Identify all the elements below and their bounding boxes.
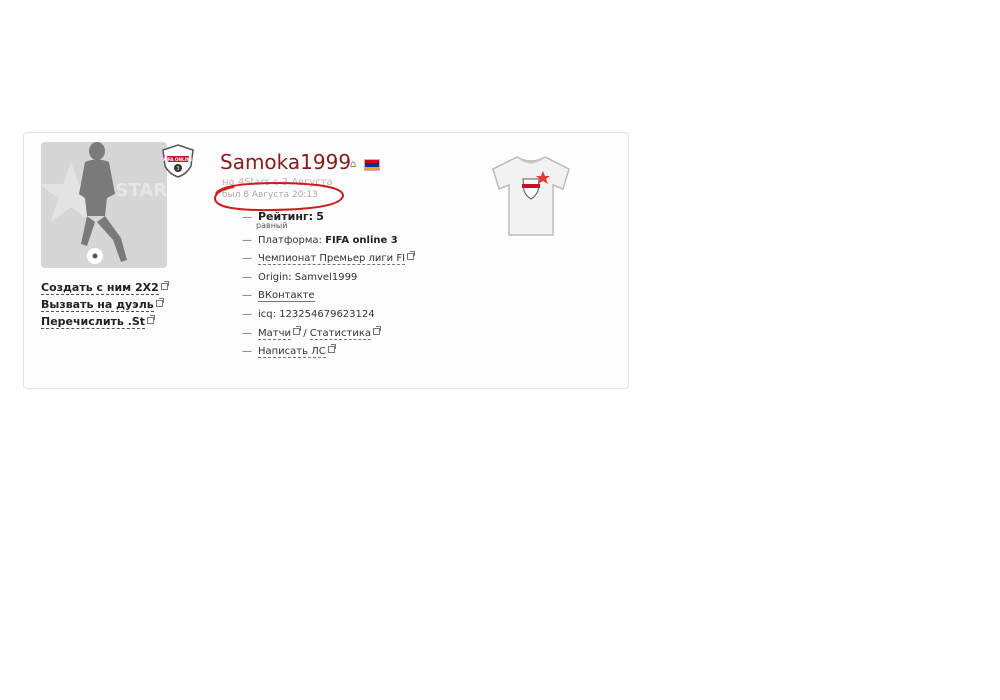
origin-row: — Origin: Samvel1999 xyxy=(242,271,358,283)
avatar[interactable]: 4STARS xyxy=(41,142,167,268)
platform-row: — Платформа: FIFA online 3 xyxy=(242,234,398,246)
external-link-icon xyxy=(327,344,336,354)
statistics-link[interactable]: Статистика xyxy=(309,327,371,340)
matches-link[interactable]: Матчи xyxy=(258,327,291,340)
vk-row: — ВКонтакте xyxy=(242,290,315,303)
icq-row: — icq: 123254679623124 xyxy=(242,308,375,320)
rating-value: 5 xyxy=(316,210,324,223)
origin-value: Samvel1999 xyxy=(294,271,358,283)
championship-row: — Чемпионат Премьер лиги FI xyxy=(242,250,416,269)
external-link-icon xyxy=(373,325,381,335)
home-icon[interactable]: ⌂ xyxy=(350,159,356,170)
last-seen: был 8 Августа 20:13 xyxy=(222,190,318,200)
tshirt-icon xyxy=(492,156,570,236)
badge-number: 3 xyxy=(176,166,179,172)
message-row: — Написать ЛС xyxy=(242,343,414,362)
external-link-icon xyxy=(147,315,156,324)
vk-link[interactable]: ВКонтакте xyxy=(258,290,315,303)
external-link-icon xyxy=(407,251,416,261)
challenge-duel-link[interactable]: Вызвать на дуэль xyxy=(41,298,168,312)
badge-label: FIFA ONLINE xyxy=(163,157,192,162)
shield-icon: FIFA ONLINE 3 xyxy=(162,144,194,178)
transfer-stars-label: Перечислить .St xyxy=(41,315,146,329)
armenia-flag-icon xyxy=(364,159,380,171)
tshirt-image[interactable] xyxy=(487,151,575,245)
platform-value: FIFA online 3 xyxy=(325,234,398,246)
championship-link[interactable]: Чемпионат Премьер лиги FI xyxy=(258,253,406,266)
send-message-link[interactable]: Написать ЛС xyxy=(258,346,326,359)
separator: / xyxy=(303,327,307,339)
transfer-stars-link[interactable]: Перечислить .St xyxy=(41,315,168,329)
challenge-duel-label: Вызвать на дуэль xyxy=(41,298,154,312)
fifa-online-badge: FIFA ONLINE 3 xyxy=(161,144,195,182)
action-links: Создать с ним 2Х2 Вызвать на дуэль Переч… xyxy=(41,281,169,332)
profile-card: 4STARS FIFA ONLINE 3 Создать с ним 2Х2 В… xyxy=(23,132,629,389)
external-link-icon xyxy=(160,281,169,290)
profile-info-list: — Рейтинг: 5 равный — Платформа: FIFA onli… xyxy=(242,208,416,362)
username: Samoka1999 xyxy=(220,150,352,174)
member-since: на 4Stars с 3 Августа xyxy=(222,177,333,188)
rating-note: равный xyxy=(256,220,288,230)
origin-label: Origin: xyxy=(258,271,292,283)
icq-value: 123254679623124 xyxy=(279,308,375,320)
icq-label: icq: xyxy=(258,308,276,320)
platform-label: Платформа: xyxy=(258,234,322,246)
player-silhouette-icon: 4STARS xyxy=(41,142,167,268)
matches-stats-row: — Матчи / Статистика xyxy=(242,325,414,344)
create-2x2-link[interactable]: Создать с ним 2Х2 xyxy=(41,281,169,295)
create-2x2-label: Создать с ним 2Х2 xyxy=(41,281,159,295)
external-link-icon xyxy=(293,325,301,335)
external-link-icon xyxy=(155,298,164,307)
